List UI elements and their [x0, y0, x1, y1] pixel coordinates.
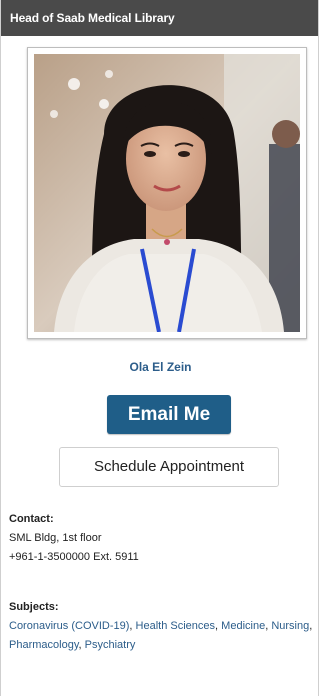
profile-photo — [34, 54, 300, 332]
librarian-profile-panel: Head of Saab Medical Library Ola El Zein… — [0, 0, 319, 696]
contact-section: Contact: SML Bldg, 1st floor +961-1-3500… — [9, 510, 139, 567]
librarian-name: Ola El Zein — [129, 360, 192, 374]
contact-address: SML Bldg, 1st floor — [9, 532, 102, 544]
contact-label: Contact: — [9, 513, 54, 525]
subjects-label: Subjects: — [9, 601, 59, 613]
subject-link[interactable]: Nursing — [271, 620, 309, 632]
profile-photo-frame — [27, 47, 307, 339]
subject-link[interactable]: Coronavirus (COVID-19) — [9, 620, 129, 632]
subject-link[interactable]: Pharmacology — [9, 639, 79, 651]
contact-phone: +961-1-3500000 Ext. 5911 — [9, 551, 139, 563]
subjects-list: Coronavirus (COVID-19), Health Sciences,… — [9, 620, 313, 651]
schedule-appointment-button[interactable]: Schedule Appointment — [59, 447, 279, 487]
panel-header: Head of Saab Medical Library — [1, 0, 318, 36]
subject-link[interactable]: Psychiatry — [85, 639, 136, 651]
subject-link[interactable]: Medicine — [221, 620, 265, 632]
email-me-button[interactable]: Email Me — [107, 395, 231, 434]
subjects-section: Subjects: Coronavirus (COVID-19), Health… — [9, 598, 314, 655]
subject-link[interactable]: Health Sciences — [136, 620, 216, 632]
